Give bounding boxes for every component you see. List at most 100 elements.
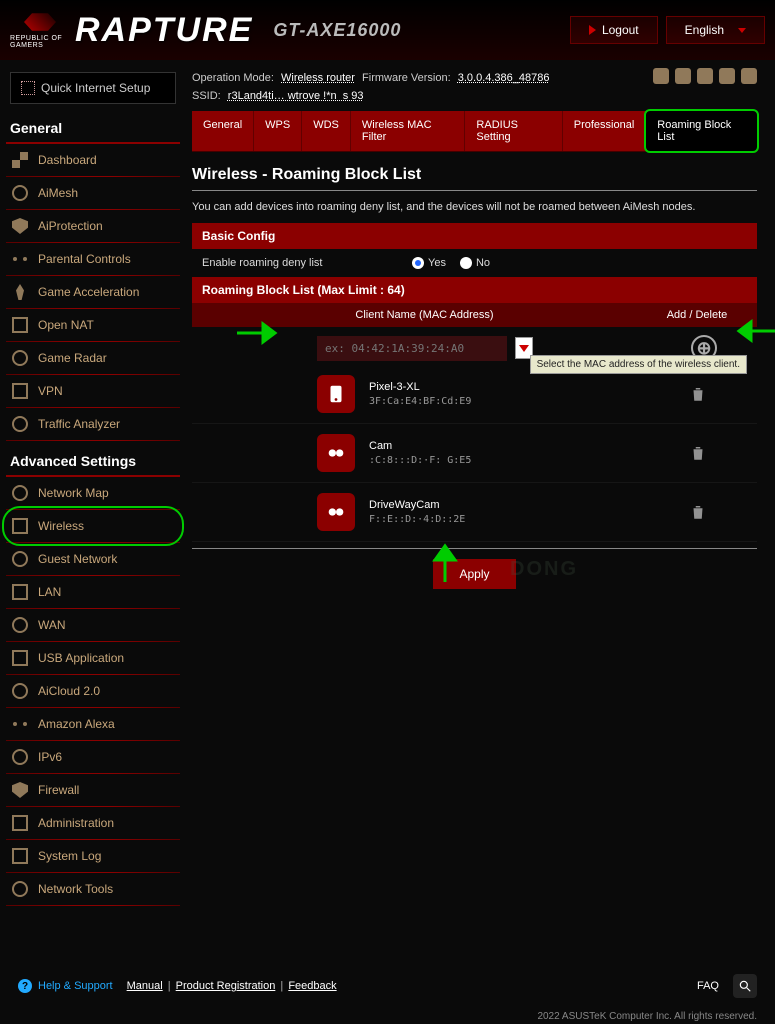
delete-device-button[interactable] [689,502,707,522]
tab-radius[interactable]: RADIUS Setting [465,111,562,151]
device-mac: 3F:Ca:E4:BF:Cd:E9 [369,396,471,407]
chevron-down-icon [738,28,746,33]
firewall-icon [12,782,28,798]
cloud-icon [12,683,28,699]
rocket-icon [12,284,28,300]
tab-general[interactable]: General [192,111,254,151]
aimesh-icon [12,185,28,201]
brand-text: RAPTURE [75,11,253,50]
camera-icon [317,493,355,531]
enable-label: Enable roaming deny list [202,257,412,269]
tab-wps[interactable]: WPS [254,111,302,151]
main-content: Operation Mode: Wireless router Firmware… [180,60,775,1024]
admin-icon [12,815,28,831]
sidebar-item-parental[interactable]: Parental Controls [6,243,180,276]
faq-label: FAQ [697,980,719,992]
highlight-wireless [2,506,184,546]
device-name: Cam [369,440,471,452]
table-header: Client Name (MAC Address) Add / Delete [192,303,757,327]
sidebar-item-ipv6[interactable]: IPv6 [6,741,180,774]
camera-icon [317,434,355,472]
delete-device-button[interactable] [689,443,707,463]
basic-config-header: Basic Config [192,223,757,249]
shield-icon [12,218,28,234]
sidebar-item-dashboard[interactable]: Dashboard [6,144,180,177]
apply-button[interactable]: Apply [433,559,515,589]
quick-internet-setup-button[interactable]: Quick Internet Setup [10,72,176,104]
sidebar-item-alexa[interactable]: Amazon Alexa [6,708,180,741]
product-registration-link[interactable]: Product Registration [176,980,276,992]
sidebar-item-open-nat[interactable]: Open NAT [6,309,180,342]
qis-label: Quick Internet Setup [41,81,150,95]
status-icon-4[interactable] [719,68,735,84]
sidebar-item-game-radar[interactable]: Game Radar [6,342,180,375]
dashboard-icon [12,152,28,168]
tab-roaming-block[interactable]: Roaming Block List [644,109,759,153]
wan-icon [12,617,28,633]
mac-tooltip: Select the MAC address of the wireless c… [530,355,747,374]
radio-no[interactable]: No [460,257,490,269]
sidebar-item-usb[interactable]: USB Application [6,642,180,675]
globe-icon [12,485,28,501]
op-mode-value[interactable]: Wireless router [281,72,355,84]
sidebar-item-network-map[interactable]: Network Map [6,477,180,510]
sidebar-item-firewall[interactable]: Firewall [6,774,180,807]
sidebar-item-nettools[interactable]: Network Tools [6,873,180,906]
status-icon-5[interactable] [741,68,757,84]
language-select[interactable]: English [666,16,765,44]
status-icon-3[interactable] [697,68,713,84]
radio-yes[interactable]: Yes [412,257,446,269]
block-list-header: Roaming Block List (Max Limit : 64) [192,277,757,303]
radio-yes-dot [412,257,424,269]
sidebar-item-guest[interactable]: Guest Network [6,543,180,576]
ssid-value: r3Land4ti… wtrove !*n s 93 [228,90,364,102]
fw-value[interactable]: 3.0.0.4.386_48786 [458,72,550,84]
help-icon[interactable]: ? [18,979,32,993]
status-icon-1[interactable] [653,68,669,84]
sidebar-group-advanced: Advanced Settings [6,447,180,477]
sidebar-item-aiprotection[interactable]: AiProtection [6,210,180,243]
status-icon-2[interactable] [675,68,691,84]
nat-icon [12,317,28,333]
manual-link[interactable]: Manual [127,980,163,992]
divider [192,190,757,191]
mac-address-input[interactable] [317,336,507,361]
sidebar-item-syslog[interactable]: System Log [6,840,180,873]
status-icons [653,68,757,84]
logo-area: REPUBLIC OF GAMERS RAPTURE [10,8,253,53]
parental-icon [12,251,28,267]
logout-label: Logout [602,23,639,37]
arrow-right-icon [589,25,596,35]
delete-device-button[interactable] [689,384,707,404]
sidebar-item-traffic[interactable]: Traffic Analyzer [6,408,180,441]
faq-search-button[interactable] [733,974,757,998]
sidebar-item-vpn[interactable]: VPN [6,375,180,408]
top-bar: REPUBLIC OF GAMERS RAPTURE GT-AXE16000 L… [0,0,775,60]
tools-icon [12,881,28,897]
vpn-icon [12,383,28,399]
ipv6-icon [12,749,28,765]
alexa-icon [12,716,28,732]
fw-label: Firmware Version: [362,72,451,84]
sidebar-item-aicloud[interactable]: AiCloud 2.0 [6,675,180,708]
sub-brand-text: REPUBLIC OF GAMERS [10,35,70,49]
ssid-label: SSID: [192,90,221,102]
logout-button[interactable]: Logout [570,16,658,44]
sidebar-item-aimesh[interactable]: AiMesh [6,177,180,210]
lan-icon [12,584,28,600]
tab-mac-filter[interactable]: Wireless MAC Filter [351,111,466,151]
device-name: Pixel-3-XL [369,381,471,393]
sidebar-item-wan[interactable]: WAN [6,609,180,642]
sidebar-item-lan[interactable]: LAN [6,576,180,609]
apply-row: Apply [192,548,757,599]
tab-professional[interactable]: Professional [563,111,647,151]
qis-icon [21,81,35,95]
usb-icon [12,650,28,666]
feedback-link[interactable]: Feedback [288,980,336,992]
sidebar-item-admin[interactable]: Administration [6,807,180,840]
help-support-link[interactable]: Help & Support [38,980,113,992]
page-description: You can add devices into roaming deny li… [192,201,757,213]
sidebar-item-wireless[interactable]: Wireless [6,510,180,543]
sidebar-item-game-accel[interactable]: Game Acceleration [6,276,180,309]
tab-wds[interactable]: WDS [302,111,351,151]
